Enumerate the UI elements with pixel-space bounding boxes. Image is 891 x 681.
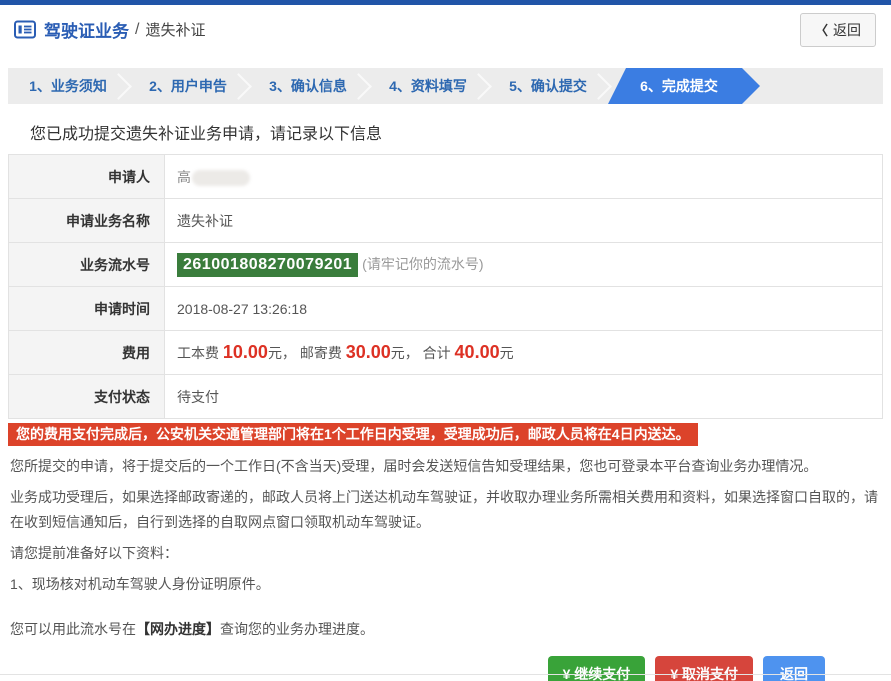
progress-text-suffix: 查询您的业务办理进度。 (220, 621, 374, 637)
row-applicant: 申请人 高 (9, 155, 883, 199)
row-label: 支付状态 (9, 375, 165, 419)
return-button[interactable]: 返回 (763, 656, 825, 681)
page-header: 驾驶证业务 / 遗失补证 〈 返回 (0, 5, 891, 54)
step-4-fill-data: 4、资料填写 (368, 68, 488, 104)
row-label: 申请业务名称 (9, 199, 165, 243)
row-pay-status: 支付状态 待支付 (9, 375, 883, 419)
paragraph-prepare: 请您提前准备好以下资料： (10, 541, 883, 566)
info-table: 申请人 高 申请业务名称 遗失补证 业务流水号 2610018082700792… (8, 154, 883, 419)
serial-number-badge: 261001808270079201 (177, 253, 358, 277)
fee-part-label: 工本费 (177, 345, 223, 361)
paragraph-acceptance: 您所提交的申请，将于提交后的一个工作日(不含当天)受理，届时会发送短信告知受理结… (10, 454, 883, 479)
step-2-user-declaration: 2、用户申告 (128, 68, 248, 104)
footer-actions: ¥ 继续支付 ¥ 取消支付 返回 (0, 656, 825, 681)
back-button-label: 返回 (833, 20, 861, 40)
row-label: 申请人 (9, 155, 165, 199)
chevron-left-icon: 〈 (815, 20, 828, 39)
fee-amount-base: 10.00 (223, 342, 268, 362)
bottom-divider (0, 674, 891, 675)
fee-part-label: 元， 邮寄费 (268, 345, 346, 361)
row-value: 高 (165, 155, 883, 199)
row-value: 2018-08-27 13:26:18 (165, 287, 883, 331)
row-value: 261001808270079201(请牢记你的流水号) (165, 243, 883, 287)
row-label: 费用 (9, 331, 165, 375)
step-3-confirm-info: 3、确认信息 (248, 68, 368, 104)
row-label: 申请时间 (9, 287, 165, 331)
applicant-name: 高 (177, 169, 191, 185)
progress-text-prefix: 您可以用此流水号在 (10, 621, 136, 637)
cancel-pay-button[interactable]: ¥ 取消支付 (655, 656, 753, 681)
breadcrumb-separator: / (135, 21, 139, 39)
row-fee: 费用 工本费 10.00元， 邮寄费 30.00元， 合计 40.00元 (9, 331, 883, 375)
row-apply-time: 申请时间 2018-08-27 13:26:18 (9, 287, 883, 331)
row-service-name: 申请业务名称 遗失补证 (9, 199, 883, 243)
fee-part-label: 元， 合计 (391, 345, 455, 361)
fee-value: 工本费 10.00元， 邮寄费 30.00元， 合计 40.00元 (165, 331, 883, 375)
row-serial-number: 业务流水号 261001808270079201(请牢记你的流水号) (9, 243, 883, 287)
progress-module-name: 【网办进度】 (136, 621, 220, 637)
back-button[interactable]: 〈 返回 (800, 13, 876, 47)
row-label: 业务流水号 (9, 243, 165, 287)
steps-bar: 1、业务须知 2、用户申告 3、确认信息 4、资料填写 5、确认提交 6、完成提… (8, 68, 883, 104)
payment-status: 待支付 (165, 375, 883, 419)
continue-pay-button[interactable]: ¥ 继续支付 (548, 656, 646, 681)
success-message: 您已成功提交遗失补证业务申请，请记录以下信息 (0, 120, 891, 144)
paragraph-materials: 1、现场核对机动车驾驶人身份证明原件。 (10, 572, 883, 597)
serial-note: (请牢记你的流水号) (362, 256, 483, 272)
step-6-complete-submit-active: 6、完成提交 (608, 68, 760, 104)
step-5-confirm-submit: 5、确认提交 (488, 68, 608, 104)
step-1-business-notice: 1、业务须知 (8, 68, 128, 104)
page-title: 驾驶证业务 (44, 17, 129, 42)
paragraph-progress: 您可以用此流水号在【网办进度】查询您的业务办理进度。 (10, 617, 883, 642)
instructions: 您所提交的申请，将于提交后的一个工作日(不含当天)受理，届时会发送短信告知受理结… (8, 454, 883, 642)
page: 驾驶证业务 / 遗失补证 〈 返回 1、业务须知 2、用户申告 3、确认信息 4… (0, 0, 891, 681)
fee-amount-postage: 30.00 (346, 342, 391, 362)
fee-part-label: 元 (500, 345, 514, 361)
fee-amount-total: 40.00 (455, 342, 500, 362)
name-blur-mask (192, 170, 250, 186)
notice-banner: 您的费用支付完成后，公安机关交通管理部门将在1个工作日内受理，受理成功后，邮政人… (8, 423, 698, 446)
paragraph-delivery: 业务成功受理后，如果选择邮政寄递的，邮政人员将上门送达机动车驾驶证，并收取办理业… (10, 485, 883, 535)
page-subtitle: 遗失补证 (145, 19, 205, 40)
notice-banner-wrap: 您的费用支付完成后，公安机关交通管理部门将在1个工作日内受理，受理成功后，邮政人… (8, 423, 883, 446)
row-value: 遗失补证 (165, 199, 883, 243)
list-form-icon (14, 20, 36, 39)
